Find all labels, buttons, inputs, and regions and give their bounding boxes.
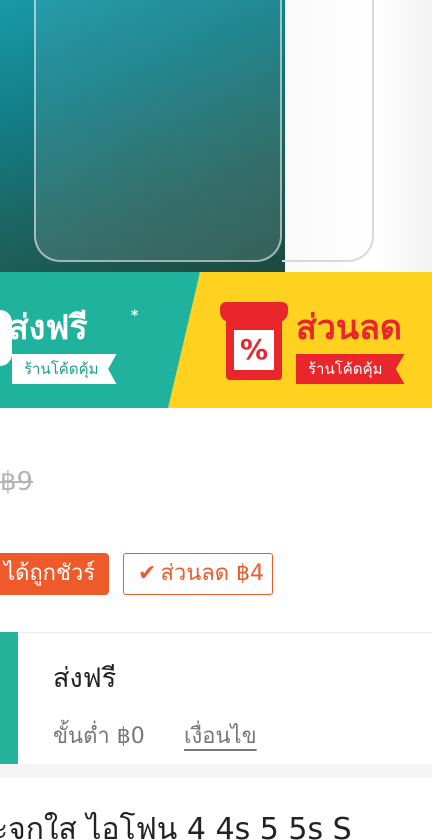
voucher-label: ส่วนลด ฿4 xyxy=(160,561,265,586)
free-shipping-subtitle: ร้านโค้ดคุ้ม xyxy=(12,354,117,384)
free-shipping-asterisk: * xyxy=(131,308,139,324)
shipping-accent-bar xyxy=(0,632,18,764)
guarantee-badge[interactable]: ได้ถูกชัวร์ xyxy=(0,553,110,595)
discount-subtitle: ร้านโค้ดคุ้ม xyxy=(296,354,405,384)
tempered-glass-outline xyxy=(34,0,282,262)
product-image[interactable] xyxy=(0,0,432,272)
section-separator xyxy=(0,764,432,778)
percent-icon: % xyxy=(234,330,274,370)
discount-title: ส่วนลด xyxy=(296,308,403,348)
original-price: ฿9 xyxy=(0,467,34,497)
shipping-minimum: ขั้นต่ำ ฿0 xyxy=(53,724,145,749)
voucher-badge[interactable]: ✔ ส่วนลด ฿4 xyxy=(123,553,274,595)
product-title: ะจกใส ไอโฟน 4 4s 5 5s S xyxy=(0,812,352,840)
promo-banner[interactable]: ส่งฟรี * ร้านโค้ดคุ้ม % ส่วนลด ร้านโค้ดค… xyxy=(0,272,432,408)
shipping-conditions-link[interactable]: เงื่อนไข xyxy=(184,718,257,753)
shipping-title: ส่งฟรี xyxy=(53,663,117,694)
divider xyxy=(18,632,432,633)
check-icon: ✔ xyxy=(138,561,157,586)
free-shipping-title: ส่งฟรี xyxy=(8,308,88,348)
glass-edge-outline xyxy=(282,0,374,262)
shop-discount-icon: % xyxy=(220,302,288,380)
